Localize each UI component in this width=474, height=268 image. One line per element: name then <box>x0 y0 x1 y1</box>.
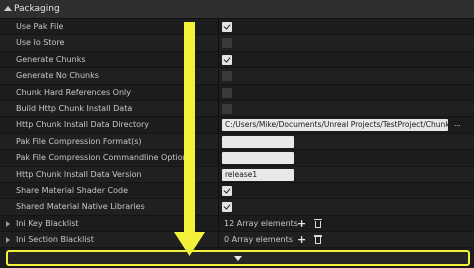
checkbox[interactable] <box>222 71 232 82</box>
trash-can <box>315 237 321 245</box>
property-label: Http Chunk Install Data Version <box>16 169 142 179</box>
property-list: Use Pak File Use Io Store Generate Chunks G… <box>0 19 474 249</box>
property-label: Http Chunk Install Data Directory <box>16 120 150 130</box>
property-row-share-material-shader-code: Share Material Shader Code <box>0 182 474 200</box>
triangle-right-icon[interactable] <box>6 237 10 244</box>
property-label: Chunk Hard References Only <box>16 87 131 97</box>
property-label: Ini Key Blacklist <box>16 218 79 228</box>
property-row-ini-section-blacklist: Ini Section Blacklist 0 Array elements + <box>0 232 474 249</box>
property-row-use-pak-file: Use Pak File <box>0 19 474 36</box>
array-count: 0 Array elements <box>224 235 293 245</box>
property-label: Ini Section Blacklist <box>16 235 94 245</box>
column-divider <box>218 182 219 199</box>
property-row-http-chunk-install-data-version: Http Chunk Install Data Version release1 <box>0 166 474 183</box>
property-row-chunk-hard-references-only: Chunk Hard References Only <box>0 84 474 101</box>
checkbox[interactable] <box>222 38 232 49</box>
column-divider <box>218 19 219 35</box>
property-label: Build Http Chunk Install Data <box>16 103 133 113</box>
column-divider <box>218 150 219 166</box>
column-divider <box>218 215 219 232</box>
property-label: Shared Material Native Libraries <box>16 202 145 212</box>
property-label: Generate Chunks <box>16 54 86 64</box>
text-input[interactable] <box>222 152 294 165</box>
triangle-right-icon[interactable] <box>6 220 10 227</box>
property-label: Use Io Store <box>16 38 65 48</box>
column-divider <box>218 68 219 84</box>
column-divider <box>218 117 219 133</box>
text-input[interactable]: release1 <box>222 168 294 181</box>
property-row-ini-key-blacklist: Ini Key Blacklist 12 Array elements + <box>0 215 474 233</box>
column-divider <box>218 199 219 215</box>
array-count: 12 Array elements <box>224 218 298 228</box>
property-label: Share Material Shader Code <box>16 185 129 195</box>
trash-icon[interactable] <box>314 218 322 228</box>
text-input[interactable] <box>222 135 294 148</box>
property-row-generate-chunks: Generate Chunks <box>0 51 474 69</box>
details-panel: Packaging Use Pak File Use Io Store Genera… <box>0 0 474 268</box>
checkbox[interactable] <box>222 185 232 196</box>
checkbox[interactable] <box>222 22 232 32</box>
property-label: Pak File Compression Format(s) <box>16 136 142 146</box>
property-label: Use Pak File <box>16 22 64 31</box>
property-row-shared-material-native-libraries: Shared Material Native Libraries <box>0 199 474 216</box>
browse-button[interactable]: ... <box>452 120 462 130</box>
collapse-triangle-icon[interactable] <box>4 6 12 11</box>
scroll-down-bar[interactable] <box>6 250 470 266</box>
section-title: Packaging <box>14 4 60 14</box>
property-row-pak-file-compression-format-s: Pak File Compression Format(s) <box>0 133 474 151</box>
column-divider <box>218 51 219 68</box>
add-element-button[interactable]: + <box>297 217 306 230</box>
property-label: Generate No Chunks <box>16 71 99 81</box>
column-divider <box>218 84 219 100</box>
property-row-generate-no-chunks: Generate No Chunks <box>0 68 474 85</box>
add-element-button[interactable]: + <box>297 233 306 246</box>
property-row-pak-file-compression-commandline-options: Pak File Compression Commandline Options <box>0 150 474 167</box>
property-row-http-chunk-install-data-directory: Http Chunk Install Data Directory C:/User… <box>0 117 474 134</box>
column-divider <box>218 35 219 51</box>
column-divider <box>218 133 219 150</box>
path-input[interactable]: C:/Users/Mike/Documents/Unreal Projects/… <box>222 119 448 132</box>
trash-can <box>315 220 321 228</box>
property-row-build-http-chunk-install-data: Build Http Chunk Install Data <box>0 100 474 118</box>
checkbox[interactable] <box>222 202 232 213</box>
section-header[interactable]: Packaging <box>0 0 474 19</box>
checkbox[interactable] <box>222 54 232 65</box>
checkbox[interactable] <box>222 87 232 98</box>
column-divider <box>218 100 219 117</box>
trash-icon[interactable] <box>314 235 322 245</box>
property-row-use-io-store: Use Io Store <box>0 35 474 52</box>
chevron-down-icon[interactable] <box>234 256 242 261</box>
column-divider <box>218 166 219 182</box>
column-divider <box>218 232 219 248</box>
property-label: Pak File Compression Commandline Options <box>16 153 192 163</box>
checkbox[interactable] <box>222 103 232 114</box>
